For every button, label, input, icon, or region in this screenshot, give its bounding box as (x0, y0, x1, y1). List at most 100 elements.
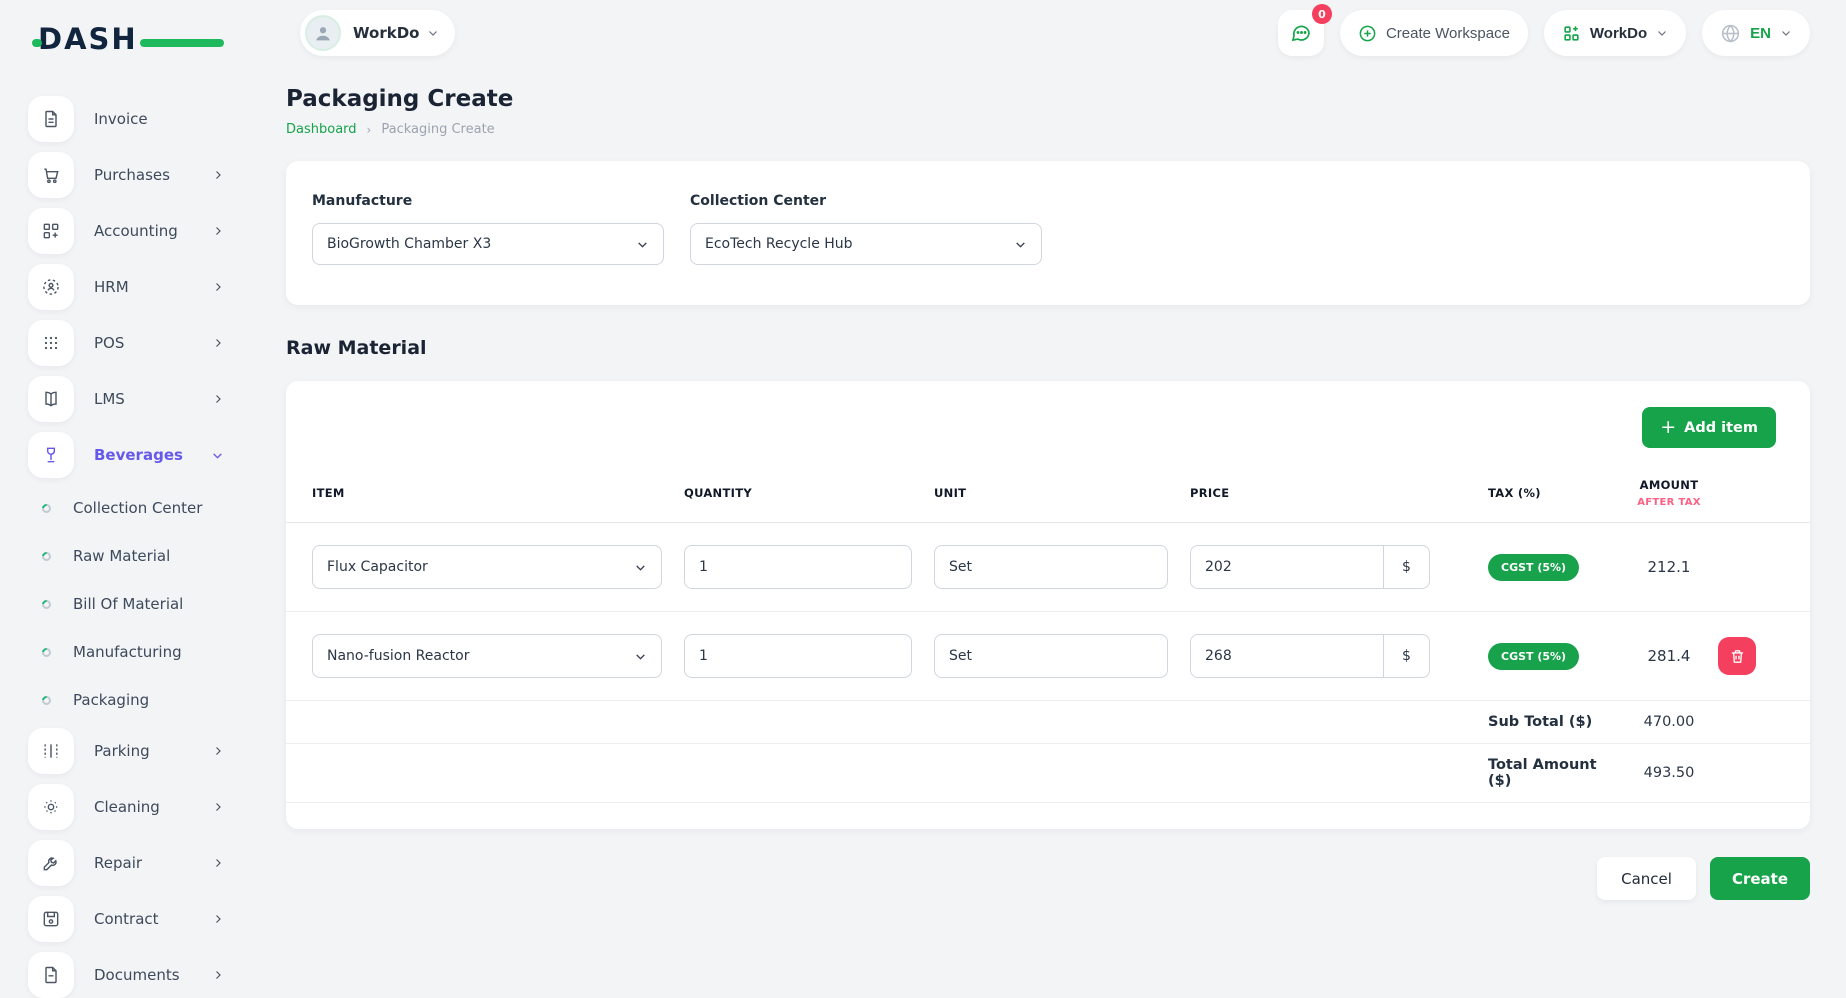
sidebar-item-lms[interactable]: LMS (28, 376, 258, 422)
currency-symbol: $ (1383, 546, 1429, 588)
page-title: Packaging Create (286, 86, 1810, 112)
save-icon (28, 896, 74, 942)
brand-name: DASH (38, 22, 138, 56)
language-label: EN (1750, 25, 1771, 42)
create-button[interactable]: Create (1710, 857, 1810, 900)
bullet-icon (40, 502, 53, 515)
item-select[interactable]: Nano-fusion Reactor (312, 634, 662, 678)
topbar: WorkDo 0 Create Workspace WorkDo EN (258, 0, 1846, 62)
collection-center-select[interactable]: EcoTech Recycle Hub (690, 223, 1042, 265)
item-select[interactable]: Flux Capacitor (312, 545, 662, 589)
breadcrumb-dashboard-link[interactable]: Dashboard (286, 122, 357, 137)
sidebar-item-label: Parking (94, 742, 212, 760)
subtotal-value: 470.00 (1620, 714, 1718, 730)
chevron-down-icon (427, 27, 439, 39)
tax-badge: CGST (5%) (1488, 554, 1579, 581)
book-icon (28, 376, 74, 422)
price-input[interactable] (1191, 635, 1383, 677)
total-amount-row: Total Amount ($) 493.50 (286, 744, 1810, 803)
add-item-button[interactable]: + Add item (1642, 407, 1776, 448)
wine-glass-icon (28, 432, 74, 478)
chevron-right-icon (212, 281, 224, 293)
sidebar-item-purchases[interactable]: Purchases (28, 152, 258, 198)
accounting-icon (28, 208, 74, 254)
sidebar-item-invoice[interactable]: Invoice (28, 96, 258, 142)
sidebar-item-contract[interactable]: Contract (28, 896, 258, 942)
breadcrumb-separator: › (367, 123, 372, 137)
avatar (305, 15, 341, 51)
subtotal-label: Sub Total ($) (1452, 714, 1620, 730)
messages-button[interactable]: 0 (1278, 10, 1324, 56)
currency-symbol: $ (1383, 635, 1429, 677)
sidebar-item-label: HRM (94, 278, 212, 296)
chevron-down-icon (1014, 238, 1027, 251)
main-content: Packaging Create Dashboard › Packaging C… (258, 62, 1846, 966)
raw-material-section-title: Raw Material (286, 337, 1810, 359)
sidebar-subitem-collection-center[interactable]: Collection Center (42, 488, 258, 528)
col-header-unit: UNIT (934, 486, 1190, 500)
amount-header-label: AMOUNT (1640, 478, 1699, 492)
col-header-item: ITEM (312, 486, 684, 500)
manufacture-select[interactable]: BioGrowth Chamber X3 (312, 223, 664, 265)
sidebar-item-repair[interactable]: Repair (28, 840, 258, 886)
language-selector[interactable]: EN (1702, 10, 1810, 56)
sidebar-item-cleaning[interactable]: Cleaning (28, 784, 258, 830)
delete-row-button[interactable] (1718, 637, 1756, 675)
table-row: Flux Capacitor $ CGST (5%) 212.1 (286, 523, 1810, 612)
chevron-right-icon (212, 225, 224, 237)
workspace-chip-label: WorkDo (353, 24, 419, 42)
manufacture-selected-value: BioGrowth Chamber X3 (327, 236, 491, 252)
price-input[interactable] (1191, 546, 1383, 588)
brand-logo[interactable]: DASH (38, 22, 208, 66)
sidebar-subitem-raw-material[interactable]: Raw Material (42, 536, 258, 576)
chevron-right-icon (212, 337, 224, 349)
cancel-button[interactable]: Cancel (1597, 857, 1696, 900)
tax-badge: CGST (5%) (1488, 643, 1579, 670)
footer-actions: Cancel Create (286, 857, 1810, 900)
sidebar-item-hrm[interactable]: HRM (28, 264, 258, 310)
packaging-form-card: Manufacture BioGrowth Chamber X3 Collect… (286, 161, 1810, 305)
sidebar-subitem-bill-of-material[interactable]: Bill Of Material (42, 584, 258, 624)
item-selected-value: Flux Capacitor (327, 559, 428, 575)
sidebar-item-documents[interactable]: Documents (28, 952, 258, 998)
unit-input[interactable] (934, 545, 1168, 589)
item-selected-value: Nano-fusion Reactor (327, 648, 469, 664)
create-workspace-button[interactable]: Create Workspace (1340, 10, 1528, 56)
chevron-down-icon (634, 650, 647, 663)
workspace-menu-button[interactable]: WorkDo (1544, 10, 1686, 56)
workspace-chip[interactable]: WorkDo (300, 10, 455, 56)
sidebar-item-label: Cleaning (94, 798, 212, 816)
chevron-right-icon (212, 169, 224, 181)
trash-icon (1729, 648, 1746, 665)
chevron-right-icon (212, 857, 224, 869)
table-header-row: ITEM QUANTITY UNIT PRICE TAX (%) AMOUNT … (286, 478, 1810, 523)
chevron-right-icon (212, 913, 224, 925)
sidebar-item-parking[interactable]: Parking (28, 728, 258, 774)
bullet-icon (40, 550, 53, 563)
amount-after-tax: 281.4 (1620, 647, 1718, 665)
sidebar-item-label: Contract (94, 910, 212, 928)
quantity-input[interactable] (684, 545, 912, 589)
sidebar-item-pos[interactable]: POS (28, 320, 258, 366)
total-amount-label: Total Amount ($) (1452, 757, 1620, 789)
sidebar-item-beverages[interactable]: Beverages (28, 432, 258, 478)
sidebar-item-label: Repair (94, 854, 212, 872)
raw-material-card: + Add item ITEM QUANTITY UNIT PRICE TAX … (286, 381, 1810, 829)
sidebar-subitem-packaging[interactable]: Packaging (42, 680, 258, 720)
sidebar-subitem-label: Manufacturing (73, 643, 182, 661)
chevron-down-icon (211, 449, 224, 462)
chevron-right-icon (212, 969, 224, 981)
sidebar-subitem-manufacturing[interactable]: Manufacturing (42, 632, 258, 672)
sidebar-item-accounting[interactable]: Accounting (28, 208, 258, 254)
col-header-amount: AMOUNT AFTER TAX (1620, 478, 1718, 508)
sidebar-item-label: Invoice (94, 110, 258, 128)
sidebar-item-label: LMS (94, 390, 212, 408)
unit-input[interactable] (934, 634, 1168, 678)
bullet-icon (40, 694, 53, 707)
sidebar-subitem-label: Raw Material (73, 547, 170, 565)
after-tax-label: AFTER TAX (1620, 497, 1718, 508)
globe-icon (1720, 23, 1741, 44)
quantity-input[interactable] (684, 634, 912, 678)
logo-bar (140, 39, 224, 47)
add-item-label: Add item (1684, 420, 1758, 436)
